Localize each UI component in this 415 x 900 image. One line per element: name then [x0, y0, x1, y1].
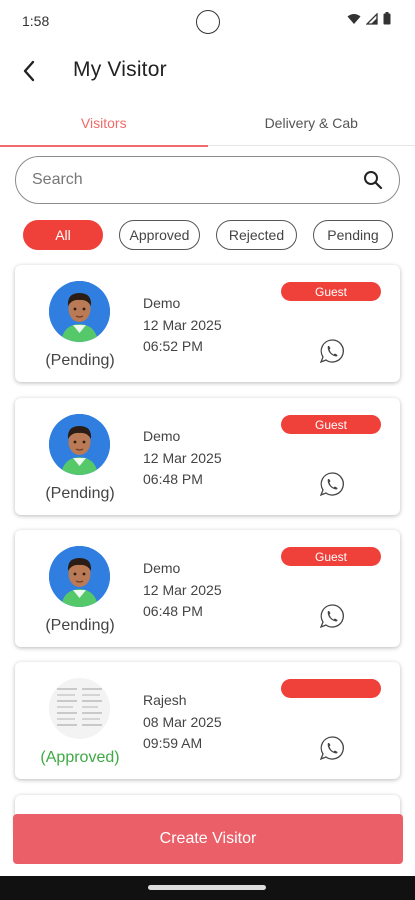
app-header: My Visitor: [0, 42, 415, 100]
filter-rejected[interactable]: Rejected: [216, 220, 297, 250]
camera-cutout: [196, 10, 220, 34]
wifi-icon: [347, 13, 361, 24]
battery-icon: [383, 12, 391, 25]
status-bar: 1:58: [0, 0, 415, 42]
search-bar: [15, 156, 400, 204]
visitor-type-badge: Guest: [281, 415, 381, 434]
tab-visitors[interactable]: Visitors: [0, 100, 208, 147]
search-icon[interactable]: [361, 168, 385, 192]
visitor-card[interactable]: (Approved) Rajesh 08 Mar 2025 09:59 AM: [15, 662, 400, 779]
whatsapp-icon[interactable]: [318, 337, 346, 365]
visitor-card[interactable]: (Pending) Demo 12 Mar 2025 06:52 PM Gues…: [15, 265, 400, 382]
visitor-card[interactable]: (Pending) Demo 12 Mar 2025 06:48 PM Gues…: [15, 530, 400, 647]
system-nav-bar: [0, 876, 415, 900]
visitor-name: Demo: [143, 295, 181, 311]
whatsapp-icon[interactable]: [318, 734, 346, 762]
back-arrow-icon: [23, 60, 35, 82]
tab-delivery-cab[interactable]: Delivery & Cab: [208, 100, 415, 146]
back-button[interactable]: [14, 56, 44, 86]
visitor-date: 12 Mar 2025: [143, 450, 222, 466]
whatsapp-icon[interactable]: [318, 470, 346, 498]
visitor-status: (Pending): [45, 352, 115, 369]
visitor-type-badge: Guest: [281, 282, 381, 301]
filter-pending[interactable]: Pending: [313, 220, 393, 250]
visitor-date: 12 Mar 2025: [143, 317, 222, 333]
document-thumbnail: [49, 678, 110, 739]
visitor-name: Demo: [143, 560, 181, 576]
visitor-status: (Pending): [45, 617, 115, 634]
visitor-name: Demo: [143, 428, 181, 444]
page-title: My Visitor: [73, 58, 167, 81]
visitor-date: 12 Mar 2025: [143, 582, 222, 598]
visitor-name: Rajesh: [143, 692, 187, 708]
create-visitor-button[interactable]: Create Visitor: [13, 814, 403, 864]
home-gesture-handle[interactable]: [148, 885, 266, 890]
visitor-time: 06:48 PM: [143, 471, 203, 487]
visitor-type-badge: Guest: [281, 547, 381, 566]
avatar: [49, 546, 110, 607]
visitor-time: 06:48 PM: [143, 603, 203, 619]
avatar: [49, 281, 110, 342]
filter-all[interactable]: All: [23, 220, 103, 250]
visitor-status: (Pending): [45, 485, 115, 502]
visitor-time: 06:52 PM: [143, 338, 203, 354]
status-icons: [347, 12, 391, 25]
tab-bar: Visitors Delivery & Cab: [0, 100, 415, 147]
visitor-status: (Approved): [40, 749, 120, 766]
filter-approved[interactable]: Approved: [119, 220, 200, 250]
visitor-date: 08 Mar 2025: [143, 714, 222, 730]
whatsapp-icon[interactable]: [318, 602, 346, 630]
visitor-card[interactable]: (Pending) Demo 12 Mar 2025 06:48 PM Gues…: [15, 398, 400, 515]
visitor-time: 09:59 AM: [143, 735, 203, 751]
visitor-type-badge: [281, 679, 381, 698]
avatar: [49, 414, 110, 475]
signal-icon: [366, 12, 378, 25]
status-time: 1:58: [22, 13, 50, 29]
search-input[interactable]: [32, 171, 361, 189]
